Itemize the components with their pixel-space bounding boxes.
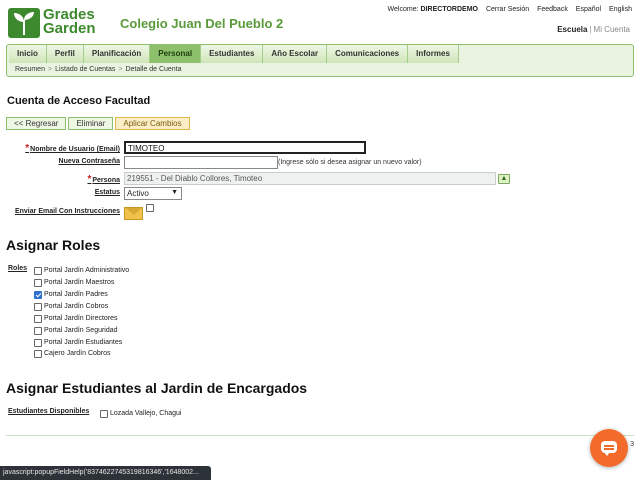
english-link[interactable]: English bbox=[609, 6, 632, 13]
footer-divider bbox=[6, 435, 634, 436]
breadcrumb-listado[interactable]: Listado de Cuentas bbox=[55, 66, 115, 73]
breadcrumb-resumen[interactable]: Resumen bbox=[15, 66, 45, 73]
roles-section-title: Asignar Roles bbox=[6, 237, 101, 253]
logo[interactable]: Grades Garden bbox=[8, 6, 102, 38]
tab-informes[interactable]: Informes bbox=[408, 45, 459, 63]
students-section-title: Asignar Estudiantes al Jardin de Encarga… bbox=[6, 380, 308, 396]
person-row: *Persona 219551 - Del Diablo Collores, T… bbox=[0, 172, 640, 186]
chat-button[interactable] bbox=[590, 429, 628, 467]
chevron-down-icon: ▼ bbox=[171, 189, 178, 196]
status-label: Estatus bbox=[94, 189, 120, 196]
password-hint: (Ingrese sólo si desea asignar un nuevo … bbox=[278, 159, 422, 166]
status-row: Estatus Activo ▼ bbox=[0, 187, 640, 201]
required-mark: * bbox=[25, 143, 30, 154]
student-label: Lozada Vallejo, Chagui bbox=[110, 410, 182, 417]
role-checkbox[interactable] bbox=[34, 267, 42, 275]
tab-inicio[interactable]: Inicio bbox=[9, 45, 47, 63]
role-item: Portal Jardín Maestros bbox=[34, 278, 234, 289]
chat-bubble-icon bbox=[601, 441, 617, 456]
role-label: Portal Jardín Directores bbox=[44, 315, 118, 322]
breadcrumb: Resumen > Listado de Cuentas > Detalle de Cu… bbox=[15, 66, 182, 73]
envelope-icon bbox=[124, 207, 143, 220]
status-select[interactable]: Activo ▼ bbox=[124, 187, 182, 200]
role-checkbox[interactable] bbox=[34, 315, 42, 323]
link-separator: | bbox=[589, 25, 592, 34]
nav-tabs: Inicio Perfil Planificación Personal Est… bbox=[9, 45, 459, 63]
username-row: *Nombre de Usuario (Email) TIMOTEO bbox=[0, 141, 640, 155]
browser-status-bar: javascript:popupFieldHelp('8374622745319… bbox=[0, 466, 211, 480]
role-item: Portal Jardín Directores bbox=[34, 314, 234, 325]
email-instructions-checkbox[interactable] bbox=[146, 204, 154, 212]
role-item: Portal Jardín Estudiantes bbox=[34, 338, 234, 349]
role-label: Portal Jardín Estudiantes bbox=[44, 339, 123, 346]
leaf-icon bbox=[8, 8, 40, 38]
logo-wordmark: Grades Garden bbox=[43, 6, 96, 37]
school-links: Escuela | Mi Cuenta bbox=[557, 25, 630, 34]
role-item: Portal Jardín Administrativo bbox=[34, 266, 234, 277]
password-input[interactable] bbox=[124, 156, 278, 169]
breadcrumb-separator: > bbox=[118, 66, 123, 73]
school-link[interactable]: Escuela bbox=[557, 25, 587, 34]
role-label: Portal Jardín Administrativo bbox=[44, 267, 130, 274]
main-nav: Inicio Perfil Planificación Personal Est… bbox=[6, 44, 634, 77]
role-checkbox[interactable] bbox=[34, 350, 42, 358]
tab-ano-escolar[interactable]: Año Escolar bbox=[263, 45, 328, 63]
my-account-link[interactable]: Mi Cuenta bbox=[594, 25, 630, 34]
feedback-link[interactable]: Feedback bbox=[537, 6, 568, 13]
required-mark: * bbox=[87, 174, 92, 185]
role-label: Portal Jardín Seguridad bbox=[44, 327, 118, 334]
person-label: *Persona bbox=[87, 174, 120, 185]
breadcrumb-detalle: Detalle de Cuenta bbox=[125, 66, 182, 73]
status-selected-value: Activo bbox=[127, 189, 149, 198]
delete-button[interactable]: Eliminar bbox=[68, 117, 114, 130]
role-checkbox[interactable] bbox=[34, 339, 42, 347]
email-instructions-label: Enviar Email Con Instrucciones bbox=[14, 208, 120, 215]
action-buttons: << Regresar Eliminar Aplicar Cambios bbox=[6, 117, 192, 130]
spanish-link[interactable]: Español bbox=[576, 6, 601, 13]
username-label: *Nombre de Usuario (Email) bbox=[25, 143, 120, 154]
apply-changes-button[interactable]: Aplicar Cambios bbox=[115, 117, 190, 130]
email-row: Enviar Email Con Instrucciones bbox=[0, 203, 640, 223]
welcome-label: Welcome: bbox=[387, 6, 419, 13]
breadcrumb-separator: > bbox=[47, 66, 53, 73]
tab-comunicaciones[interactable]: Comunicaciones bbox=[327, 45, 409, 63]
person-lookup-icon[interactable]: ▲ bbox=[498, 174, 510, 184]
role-checkbox[interactable] bbox=[34, 303, 42, 311]
school-name: Colegio Juan Del Pueblo 2 bbox=[120, 16, 284, 31]
current-user: DIRECTORDEMO bbox=[420, 6, 478, 13]
password-label: Nueva Contraseña bbox=[58, 158, 120, 165]
username-input[interactable]: TIMOTEO bbox=[124, 141, 366, 154]
role-label: Cajero Jardín Cobros bbox=[44, 350, 111, 357]
tab-planificacion[interactable]: Planificación bbox=[83, 45, 151, 63]
role-label: Portal Jardín Maestros bbox=[44, 279, 115, 286]
role-label: Portal Jardín Padres bbox=[44, 291, 108, 298]
role-item: Cajero Jardín Cobros bbox=[34, 349, 234, 360]
roles-label: Roles bbox=[8, 265, 28, 272]
logout-link[interactable]: Cerrar Sesión bbox=[486, 6, 529, 13]
role-checkbox[interactable] bbox=[34, 291, 42, 299]
back-button[interactable]: << Regresar bbox=[6, 117, 67, 130]
page-title: Cuenta de Acceso Facultad bbox=[7, 95, 151, 107]
page-number: 3 bbox=[630, 441, 634, 448]
tab-perfil[interactable]: Perfil bbox=[46, 45, 84, 63]
role-label: Portal Jardín Cobros bbox=[44, 303, 109, 310]
password-row: Nueva Contraseña (Ingrese sólo si desea … bbox=[0, 156, 640, 170]
role-checkbox[interactable] bbox=[34, 279, 42, 287]
role-item: Portal Jardín Padres bbox=[34, 290, 234, 301]
role-checkbox[interactable] bbox=[34, 327, 42, 335]
role-item: Portal Jardín Seguridad bbox=[34, 326, 234, 337]
tab-personal[interactable]: Personal bbox=[150, 45, 202, 63]
top-bar: Grades Garden Colegio Juan Del Pueblo 2 … bbox=[0, 0, 640, 44]
role-item: Portal Jardín Cobros bbox=[34, 302, 234, 313]
tab-estudiantes[interactable]: Estudiantes bbox=[201, 45, 264, 63]
student-checkbox[interactable] bbox=[100, 410, 108, 418]
top-links: Welcome: DIRECTORDEMO Cerrar Sesión Feedb… bbox=[382, 6, 632, 13]
student-item: Lozada Vallejo, Chagui bbox=[100, 409, 300, 420]
person-input: 219551 - Del Diablo Collores, Timoteo bbox=[124, 172, 496, 185]
available-students-label: Estudiantes Disponibles bbox=[8, 408, 90, 415]
